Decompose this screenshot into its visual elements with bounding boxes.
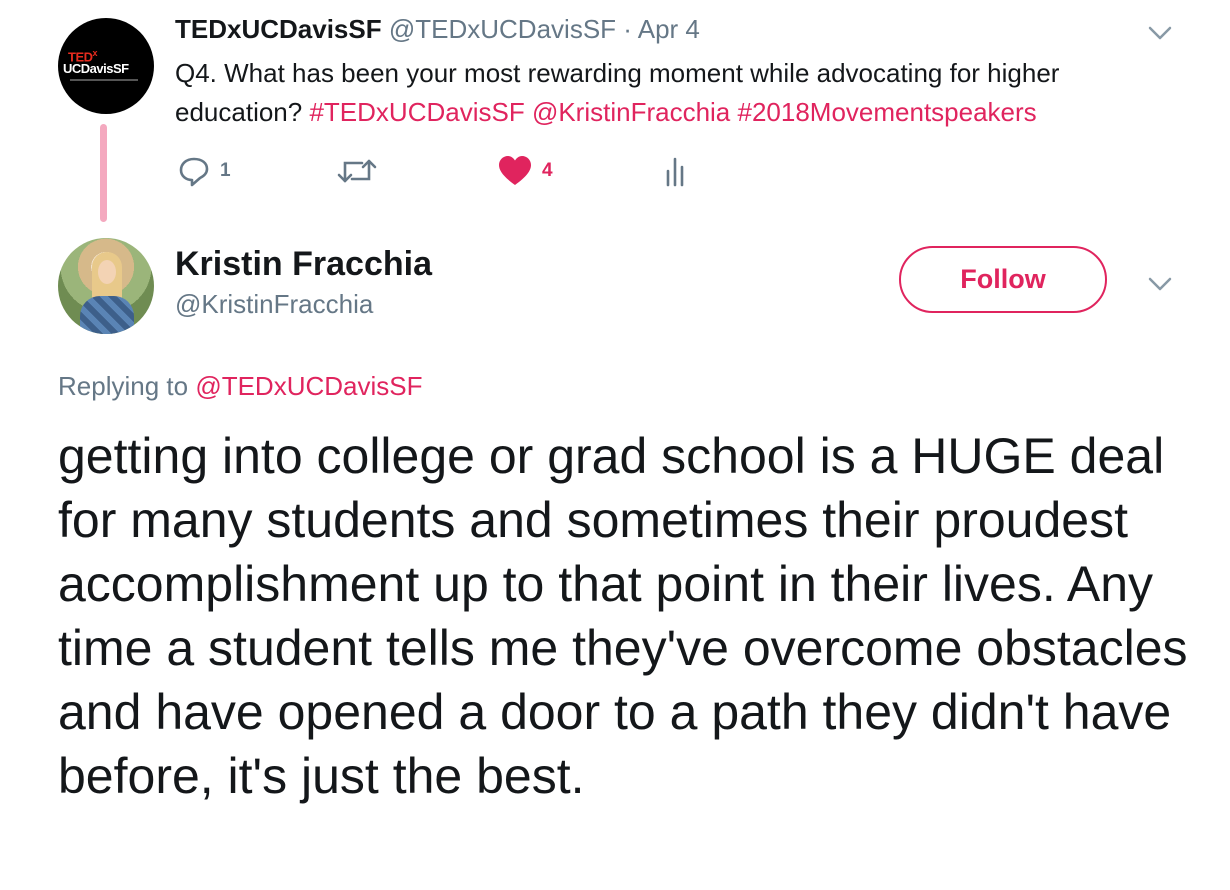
replying-handle[interactable]: @TEDxUCDavisSF (195, 371, 422, 401)
replying-to: Replying to @TEDxUCDavisSF (58, 371, 423, 402)
parent-tweet-date[interactable]: Apr 4 (638, 14, 700, 44)
replying-prefix: Replying to (58, 371, 196, 401)
avatar-shirt (80, 296, 134, 334)
avatar-tagline (70, 79, 138, 81)
analytics-icon (666, 157, 684, 187)
avatar-face (98, 260, 116, 284)
chevron-down-icon[interactable] (1147, 24, 1173, 42)
hashtag-tedxucdavissf[interactable]: #TEDxUCDavisSF (309, 97, 524, 127)
like-count: 4 (542, 160, 553, 181)
reply-author-name[interactable]: Kristin Fracchia (175, 245, 432, 284)
reply-count: 1 (220, 160, 231, 181)
chevron-down-icon[interactable] (1147, 275, 1173, 293)
hashtag-2018movementspeakers[interactable]: #2018Movementspeakers (738, 97, 1037, 127)
parent-tweet-header: TEDxUCDavisSF @TEDxUCDavisSF · Apr 4 (175, 14, 700, 45)
header-separator: · (623, 14, 632, 44)
parent-author-handle[interactable]: @TEDxUCDavisSF (389, 14, 616, 44)
retweet-icon (337, 159, 377, 183)
reply-button[interactable]: 1 (178, 155, 231, 187)
parent-tweet-text: Q4. What has been your most rewarding mo… (175, 54, 1175, 132)
thread-connector (100, 124, 107, 222)
follow-button[interactable]: Follow (899, 246, 1107, 313)
retweet-button[interactable] (337, 155, 377, 187)
heart-icon (499, 156, 531, 185)
reply-tweet-text: getting into college or grad school is a… (58, 428, 1188, 804)
analytics-button[interactable] (664, 155, 688, 187)
like-button[interactable]: 4 (498, 155, 553, 187)
tedx-avatar[interactable]: TEDx UCDavisSF (58, 18, 154, 114)
avatar-name: UCDavisSF (63, 61, 129, 76)
reply-icon (179, 157, 209, 187)
reply-author-handle[interactable]: @KristinFracchia (175, 289, 373, 320)
parent-author-name[interactable]: TEDxUCDavisSF (175, 14, 382, 44)
mention-kristinfracchia[interactable]: @KristinFracchia (532, 97, 730, 127)
kristin-avatar[interactable] (58, 238, 154, 334)
